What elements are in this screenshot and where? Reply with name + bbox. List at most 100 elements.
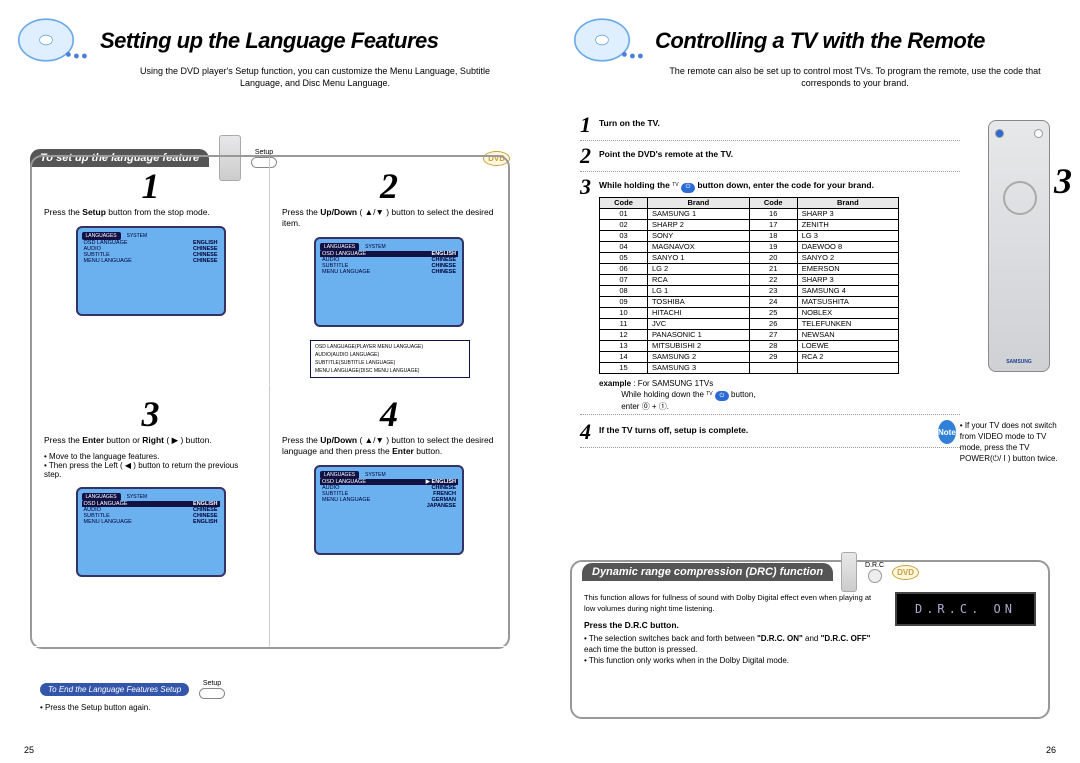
drc-description: This function allows for fullness of sou… — [584, 592, 881, 614]
table-row: 08LG 123SAMSUNG 4 — [600, 285, 899, 296]
text: (SUBTITLE LANGUAGE) — [339, 360, 395, 366]
text: button, — [731, 390, 755, 399]
th: Code — [749, 197, 797, 208]
table-cell: SAMSUNG 3 — [647, 362, 749, 373]
table-cell: TOSHIBA — [647, 296, 749, 307]
text: CHINESE — [193, 258, 217, 264]
step-1: 1 Press the Setup button from the stop m… — [32, 157, 270, 385]
table-row: 14SAMSUNG 229RCA 2 — [600, 351, 899, 362]
table-cell — [797, 362, 898, 373]
text: SUBTITLE — [315, 360, 339, 366]
text: Press the — [282, 435, 320, 445]
table-cell: 05 — [600, 252, 648, 263]
page-title: Setting up the Language Features — [100, 28, 520, 54]
th: Brand — [797, 197, 898, 208]
tab: LANGUAGES — [320, 471, 359, 479]
table-cell: HITACHI — [647, 307, 749, 318]
table-row: 02SHARP 217ZENITH — [600, 219, 899, 230]
text: OSD LANGUAGE — [315, 344, 355, 350]
table-cell: 20 — [749, 252, 797, 263]
text: each time the button is pressed. — [584, 645, 697, 654]
step-number: 1 — [44, 165, 257, 207]
page-subtitle: Using the DVD player's Setup function, y… — [120, 65, 510, 89]
text: ENGLISH — [193, 519, 217, 525]
step-number: 4 — [282, 393, 496, 435]
table-row: 13MITSUBISHI 228LOEWE — [600, 340, 899, 351]
tab: LANGUAGES — [320, 243, 359, 251]
step-4: 4 Press the Up/Down ( ▲/▼ ) button to se… — [270, 385, 508, 648]
table-row: 15SAMSUNG 3 — [600, 362, 899, 373]
tab: SYSTEM — [361, 471, 390, 479]
text: button. — [414, 446, 442, 456]
table-cell: 25 — [749, 307, 797, 318]
table-cell: TELEFUNKEN — [797, 318, 898, 329]
step-number: 1 — [580, 112, 591, 138]
text: While holding the — [599, 180, 672, 190]
step-2: 2 Press the Up/Down ( ▲/▼ ) button to se… — [270, 157, 508, 385]
table-cell: SAMSUNG 1 — [647, 208, 749, 219]
power-icon: ⏻ — [681, 183, 695, 193]
table-cell: SAMSUNG 2 — [647, 351, 749, 362]
tab: SYSTEM — [361, 243, 390, 251]
tv-label: TV — [706, 391, 712, 397]
text: Up/Down — [320, 207, 357, 217]
text: MENU LANGUAGE — [84, 519, 132, 525]
text: (DISC MENU LANGUAGE) — [359, 368, 420, 374]
step-number: 3 — [44, 393, 257, 435]
text: button or — [104, 435, 142, 445]
tv-screen: LANGUAGESSYSTEM OSD LANGUAGE▶ ENGLISH AU… — [314, 465, 464, 555]
table-cell: DAEWOO 8 — [797, 241, 898, 252]
text: Turn on the TV. — [599, 118, 660, 128]
text: MENU LANGUAGE — [315, 368, 359, 374]
step-number: 2 — [580, 143, 591, 169]
example-label: example — [599, 379, 631, 388]
disc-icon — [14, 14, 94, 74]
drc-button-icon — [868, 569, 882, 583]
tv-label: TV — [672, 182, 678, 188]
text: button down, enter the code for your bra… — [697, 180, 874, 190]
table-cell: ZENITH — [797, 219, 898, 230]
table-cell: RCA — [647, 274, 749, 285]
table-cell: 19 — [749, 241, 797, 252]
text: MENU LANGUAGE — [322, 497, 370, 503]
text: MENU LANGUAGE — [84, 258, 132, 264]
text: Enter — [82, 435, 104, 445]
text: Press the D.R.C button. — [584, 620, 679, 630]
remote-illustration: SAMSUNG — [988, 120, 1050, 372]
note-badge-icon: Note — [938, 420, 956, 444]
table-row: 04MAGNAVOX19DAEWOO 8 — [600, 241, 899, 252]
table-cell: 03 — [600, 230, 648, 241]
text: Point the DVD's remote at the TV. — [599, 149, 733, 159]
setup-button-icon — [199, 688, 225, 699]
text: Press the — [44, 207, 82, 217]
table-cell: 24 — [749, 296, 797, 307]
bullet-text: Move to the language features. — [49, 452, 159, 461]
table-cell: 26 — [749, 318, 797, 329]
note-text: If your TV does not switch from VIDEO mo… — [960, 421, 1058, 463]
text: Press the Setup button again. — [45, 703, 150, 712]
text: "D.R.C. OFF" — [821, 634, 871, 643]
drc-section-header: Dynamic range compression (DRC) function — [582, 563, 833, 581]
end-setup-header: To End the Language Features Setup — [40, 683, 189, 696]
text: Press the — [282, 207, 320, 217]
text: Setup — [82, 207, 106, 217]
th: Code — [600, 197, 648, 208]
table-row: 11JVC26TELEFUNKEN — [600, 318, 899, 329]
button-icon — [1034, 129, 1043, 138]
text: enter ⓪ + ①. — [621, 402, 669, 411]
dpad-icon — [1003, 181, 1037, 215]
table-cell: MAGNAVOX — [647, 241, 749, 252]
step-3: 3 Press the Enter button or Right ( ▶ ) … — [32, 385, 270, 648]
side-step-number: 3 — [1054, 160, 1072, 202]
table-cell: SHARP 3 — [797, 208, 898, 219]
table-cell: SANYO 1 — [647, 252, 749, 263]
tab: LANGUAGES — [82, 493, 121, 501]
text: (PLAYER MENU LANGUAGE) — [355, 344, 423, 350]
table-cell: EMERSON — [797, 263, 898, 274]
table-row: 06LG 221EMERSON — [600, 263, 899, 274]
table-cell: PANASONIC 1 — [647, 329, 749, 340]
tv-screen: LANGUAGESSYSTEM OSD LANGUAGEENGLISH AUDI… — [76, 226, 226, 316]
table-cell: SAMSUNG 4 — [797, 285, 898, 296]
table-cell: LG 2 — [647, 263, 749, 274]
tv-screen: LANGUAGESSYSTEM OSD LANGUAGEENGLISH AUDI… — [76, 487, 226, 577]
